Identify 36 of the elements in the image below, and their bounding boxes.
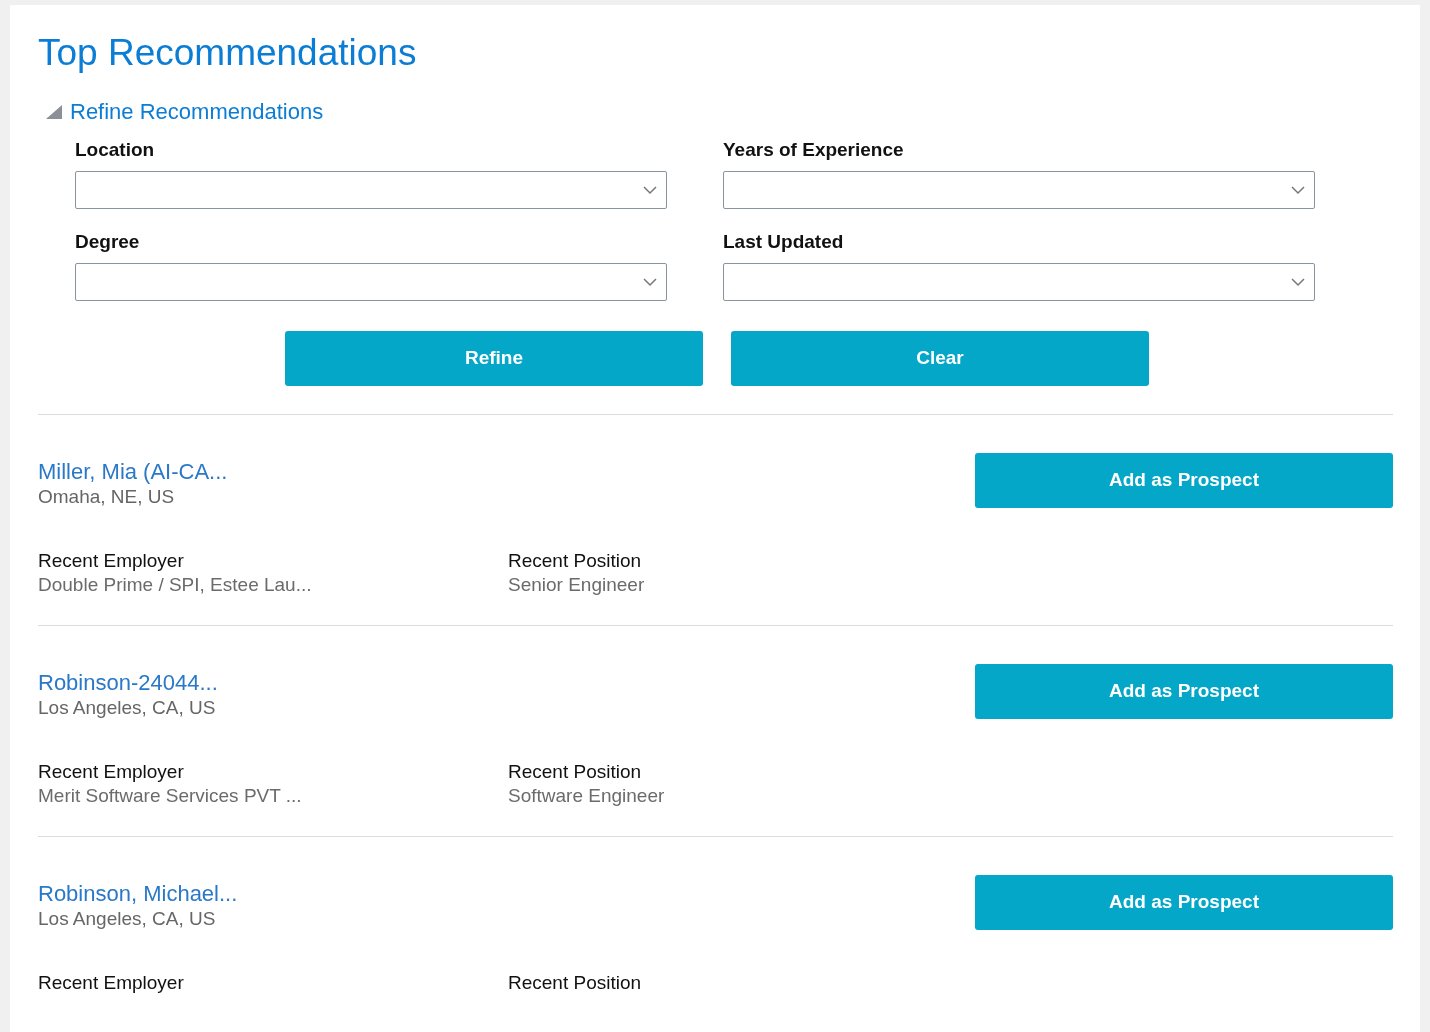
recent-position-value: Senior Engineer — [508, 573, 645, 597]
recent-position-label: Recent Position — [508, 971, 642, 995]
chevron-down-icon — [642, 277, 658, 287]
filter-dropdown[interactable] — [75, 263, 667, 301]
add-as-prospect-button[interactable]: Add as Prospect — [975, 875, 1393, 930]
candidate-name-link[interactable]: Robinson, Michael... — [38, 881, 238, 907]
filter-action-button[interactable]: Clear — [731, 331, 1149, 386]
chevron-down-icon — [642, 185, 658, 195]
chevron-down-icon — [1290, 185, 1306, 195]
page-title: Top Recommendations — [38, 35, 417, 71]
add-as-prospect-button[interactable]: Add as Prospect — [975, 664, 1393, 719]
candidate-name-link[interactable]: Robinson-24044... — [38, 670, 218, 696]
filter-action-button[interactable]: Refine — [285, 331, 703, 386]
recent-employer-label: Recent Employer — [38, 760, 184, 784]
candidate-location: Los Angeles, CA, US — [38, 696, 216, 720]
recent-employer-value: Merit Software Services PVT ... — [38, 784, 302, 808]
add-as-prospect-button[interactable]: Add as Prospect — [975, 453, 1393, 508]
filter-dropdown[interactable] — [723, 263, 1315, 301]
candidate-location: Omaha, NE, US — [38, 485, 175, 509]
candidate-location: Los Angeles, CA, US — [38, 907, 216, 931]
recent-position-value: Software Engineer — [508, 784, 665, 808]
filter-label: Years of Experience — [723, 138, 904, 162]
filter-label: Location — [75, 138, 155, 162]
chevron-down-icon — [1290, 277, 1306, 287]
candidate-name-link[interactable]: Miller, Mia (AI-CA... — [38, 459, 228, 485]
refine-recommendations-toggle[interactable]: Refine Recommendations — [70, 99, 324, 125]
recent-employer-value: Double Prime / SPI, Estee Lau... — [38, 573, 312, 597]
collapse-triangle-icon[interactable] — [46, 105, 62, 119]
filter-label: Degree — [75, 230, 140, 254]
filter-dropdown[interactable] — [723, 171, 1315, 209]
filter-label: Last Updated — [723, 230, 844, 254]
recent-employer-label: Recent Employer — [38, 549, 184, 573]
recent-employer-label: Recent Employer — [38, 971, 184, 995]
filter-dropdown[interactable] — [75, 171, 667, 209]
recent-position-label: Recent Position — [508, 549, 642, 573]
recent-position-label: Recent Position — [508, 760, 642, 784]
